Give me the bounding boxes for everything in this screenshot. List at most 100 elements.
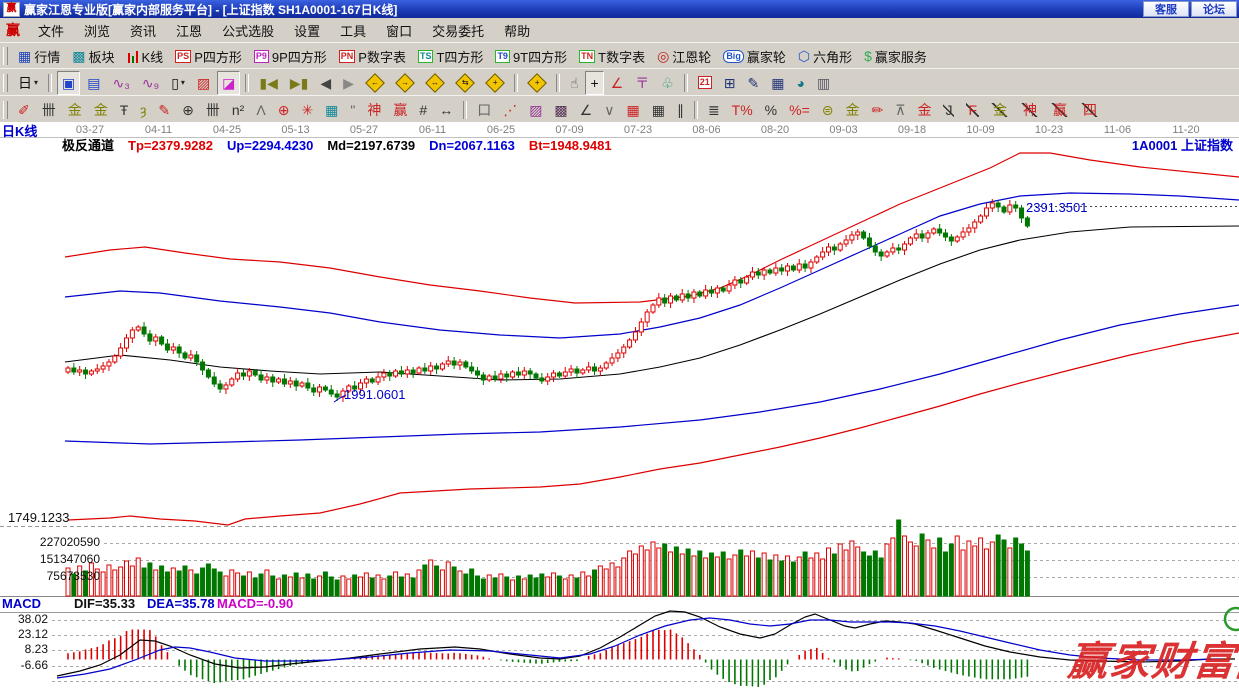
customer-service-button[interactable]: 客服 (1143, 1, 1189, 17)
web-save-button[interactable]: ◕ (792, 71, 810, 95)
spiral-tool-button[interactable]: ȝ (135, 98, 151, 122)
menu-help[interactable]: 帮助 (494, 21, 540, 40)
crosshair-button[interactable]: + (585, 70, 604, 95)
leaf-tool-button[interactable]: ♧ (656, 71, 679, 95)
menu-gann[interactable]: 江恩 (166, 21, 212, 40)
menu-news[interactable]: 资讯 (120, 21, 166, 40)
notes-button[interactable]: ✎ (743, 71, 765, 95)
quotes-button[interactable]: ▦ 行情 (13, 44, 65, 68)
scale-tool-button[interactable]: ≣ (703, 98, 725, 122)
menu-window[interactable]: 窗口 (376, 21, 422, 40)
gold-ratio-a-button[interactable]: 金 (63, 98, 87, 122)
menu-trade-entrust[interactable]: 交易委托 (422, 21, 494, 40)
draw-pen-button[interactable]: ✐ (13, 98, 35, 122)
angle-ying-button[interactable]: 赢 (1046, 98, 1074, 122)
angle-lines-button[interactable]: ∠ (575, 98, 598, 122)
gann-ruler-button[interactable]: 卌 (37, 98, 61, 122)
first-page-button[interactable]: ▮◀ (254, 71, 282, 95)
candle-style-button[interactable]: ▯ ▾ (166, 71, 190, 95)
menu-browse[interactable]: 浏览 (74, 21, 120, 40)
dropdown-arrow-icon[interactable]: ▾ (181, 78, 185, 87)
last-page-button[interactable]: ▶▮ (285, 71, 313, 95)
compress-horizontal-diamond-button[interactable]: ⇆ (451, 71, 479, 95)
f-ruler-button[interactable]: Ŧ (115, 98, 134, 122)
menu-tools[interactable]: 工具 (330, 21, 376, 40)
prev-bar-button[interactable]: ◀ (315, 71, 336, 95)
t-square-button[interactable]: TS T四方形 (413, 44, 488, 68)
wave-chart-3-button[interactable]: ∿₃ (107, 71, 134, 95)
toolbar-grip[interactable] (3, 100, 8, 119)
save-disk-button[interactable]: ▦ (766, 71, 789, 95)
gold-circle-button[interactable]: ⊜ (817, 98, 839, 122)
fit-all-diamond-button[interactable]: + (523, 71, 551, 95)
dropdown-arrow-icon[interactable]: ▾ (34, 78, 38, 87)
sectors-button[interactable]: ▩ 板块 (67, 44, 119, 68)
percent-button[interactable]: % (760, 98, 782, 122)
expand-all-diamond-button[interactable]: + (481, 71, 509, 95)
mirror-tool-button[interactable]: Λ (251, 98, 270, 122)
angle-j-button[interactable]: J (938, 98, 959, 122)
toolbar-grip[interactable] (3, 47, 8, 65)
gann-fan-dark-button[interactable]: ▩ (549, 98, 572, 122)
menu-file[interactable]: 文件 (28, 21, 74, 40)
star-web-button[interactable]: ✳ (296, 98, 318, 122)
shift-left-diamond-button[interactable]: ← (361, 71, 389, 95)
angle-shen-button[interactable]: 神 (1016, 98, 1044, 122)
time-cycle-button[interactable]: ⊕ (177, 98, 199, 122)
p-number-table-button[interactable]: PN P数字表 (334, 44, 411, 68)
angle-si-button[interactable]: 四 (1076, 98, 1104, 122)
ruler-123-button[interactable]: # (414, 98, 432, 122)
toolbar-grip[interactable] (3, 73, 8, 92)
t-number-table-button[interactable]: TN T数字表 (574, 44, 650, 68)
web-grid-button[interactable]: ▦ (320, 98, 343, 122)
calendar-21-button[interactable]: 21 (693, 71, 717, 95)
volume-profile-button[interactable]: ◪ (217, 70, 241, 95)
gold-ratio-b-button[interactable]: 金 (89, 98, 113, 122)
quote-page-button[interactable]: ▤ (82, 71, 105, 95)
pen-ruler-button[interactable]: ✎ (153, 98, 175, 122)
calculator-button[interactable]: ⊞ (719, 71, 741, 95)
percent-lines-button[interactable]: %= (784, 98, 815, 122)
n-square-button[interactable]: n² (227, 98, 249, 122)
parallel-lines-button[interactable]: ∥ (672, 98, 689, 122)
menu-settings[interactable]: 设置 (284, 21, 330, 40)
wave-tool-button[interactable]: ∨ (599, 98, 619, 122)
gann-fan-box-button[interactable]: ▨ (524, 98, 547, 122)
chart-area[interactable]: 03-27 04-11 04-25 05-13 05-27 06-11 06-25 07-09… (0, 122, 1239, 688)
angle-measure-button[interactable]: ∠ (606, 71, 629, 95)
9t-square-button[interactable]: T9 9T四方形 (490, 44, 572, 68)
box-tool-button[interactable]: 口 (472, 98, 496, 122)
gann-pattern-button[interactable]: ▨ (192, 71, 215, 95)
hexagon-button[interactable]: ⬡ 六角形 (793, 44, 857, 68)
cup-tool-button[interactable]: ⊼ (890, 98, 910, 122)
grid-arrow-button[interactable]: ▦ (647, 98, 670, 122)
t-percent-button[interactable]: T% (727, 98, 758, 122)
winner-service-button[interactable]: $ 赢家服务 (859, 44, 932, 68)
period-daily-button[interactable]: 日 ▾ (13, 71, 43, 95)
circle-cross-button[interactable]: ⊕ (273, 98, 295, 122)
grid-red-button[interactable]: ▦ (621, 98, 644, 122)
gold-lines-button[interactable]: 金 (840, 98, 864, 122)
gann-fan-red-button[interactable]: ⋰ (498, 98, 522, 122)
pan-hand-button[interactable]: ☝ (565, 71, 584, 95)
seconds-mark-button[interactable]: ʺ (345, 98, 360, 122)
menu-formula-stock-pick[interactable]: 公式选股 (212, 21, 284, 40)
shen-tool-button[interactable]: 神 (362, 98, 386, 122)
gold-underline-button[interactable]: 金 (912, 98, 936, 122)
forum-button[interactable]: 论坛 (1191, 1, 1237, 17)
tick-ruler-button[interactable]: 卌 (201, 98, 225, 122)
angle-gold-button[interactable]: 金 (986, 98, 1014, 122)
winner-wheel-button[interactable]: Big 赢家轮 (718, 44, 791, 68)
ink-pen-button[interactable]: ✏ (866, 98, 888, 122)
expand-horizontal-diamond-button[interactable]: ↔ (421, 71, 449, 95)
next-bar-button[interactable]: ▶ (338, 71, 359, 95)
kline-button[interactable]: K线 (122, 44, 169, 68)
gann-wheel-button[interactable]: ◎ 江恩轮 (652, 44, 716, 68)
span-measure-button[interactable]: ↔ (434, 98, 458, 122)
9p-square-button[interactable]: P9 9P四方形 (249, 44, 332, 68)
p-square-button[interactable]: PS P四方形 (170, 44, 247, 68)
wave-chart-9-button[interactable]: ∿₉ (137, 71, 164, 95)
remote-pc-button[interactable]: ▥ (812, 71, 835, 95)
chart-window-button[interactable]: ▣ (57, 70, 81, 95)
shift-right-diamond-button[interactable]: → (391, 71, 419, 95)
